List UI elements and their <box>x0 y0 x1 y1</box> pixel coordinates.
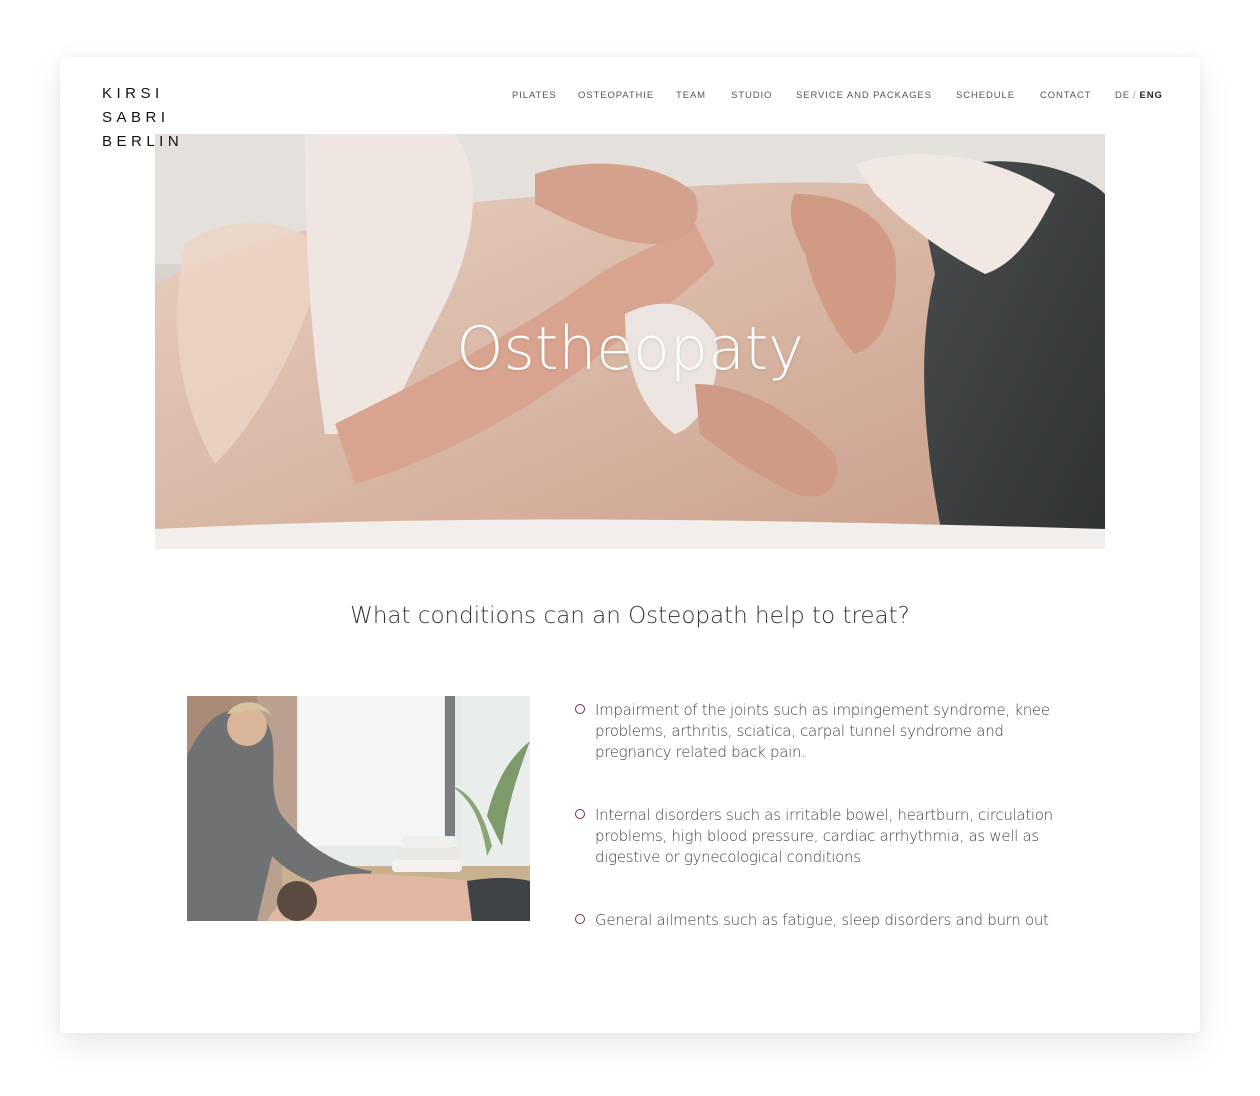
section-heading: What conditions can an Osteopath help to… <box>350 603 910 629</box>
logo-line-3: BERLIN <box>102 133 184 150</box>
condition-text: General ailments such as fatigue, sleep … <box>595 911 1049 929</box>
hero-banner: Ostheopaty <box>155 134 1105 549</box>
circle-outline-icon <box>575 704 585 714</box>
main-nav: PILATES OSTEOPATHIE TEAM STUDIO SERVICE … <box>60 90 1200 104</box>
lang-eng-link[interactable]: ENG <box>1140 90 1163 101</box>
site-logo[interactable]: KIRSI SABRI BERLIN <box>102 82 183 154</box>
nav-item-team[interactable]: TEAM <box>676 90 706 101</box>
lang-de-link[interactable]: DE <box>1115 90 1130 101</box>
list-item: Internal disorders such as irritable bow… <box>575 805 1075 868</box>
page-card: KIRSI SABRI BERLIN PILATES OSTEOPATHIE T… <box>60 57 1200 1033</box>
nav-item-osteopathie[interactable]: OSTEOPATHIE <box>578 90 654 101</box>
logo-line-2: SABRI <box>102 109 170 126</box>
circle-outline-icon <box>575 809 585 819</box>
condition-text: Internal disorders such as irritable bow… <box>595 806 1053 866</box>
logo-line-1: KIRSI <box>102 85 164 102</box>
hero-title: Ostheopaty <box>456 314 804 384</box>
circle-outline-icon <box>575 914 585 924</box>
nav-item-pilates[interactable]: PILATES <box>512 90 557 101</box>
list-item: Impairment of the joints such as impinge… <box>575 700 1075 763</box>
conditions-list: Impairment of the joints such as impinge… <box>575 700 1075 973</box>
language-switcher: DE / ENG <box>1115 90 1163 101</box>
list-item: General ailments such as fatigue, sleep … <box>575 910 1075 931</box>
nav-item-service-and-packages[interactable]: SERVICE AND PACKAGES <box>796 90 932 101</box>
nav-item-contact[interactable]: CONTACT <box>1040 90 1092 101</box>
nav-item-studio[interactable]: STUDIO <box>731 90 772 101</box>
nav-item-schedule[interactable]: SCHEDULE <box>956 90 1015 101</box>
treatment-photo <box>187 696 530 921</box>
condition-text: Impairment of the joints such as impinge… <box>595 701 1050 761</box>
treatment-image <box>187 696 530 921</box>
lang-separator: / <box>1133 90 1137 101</box>
